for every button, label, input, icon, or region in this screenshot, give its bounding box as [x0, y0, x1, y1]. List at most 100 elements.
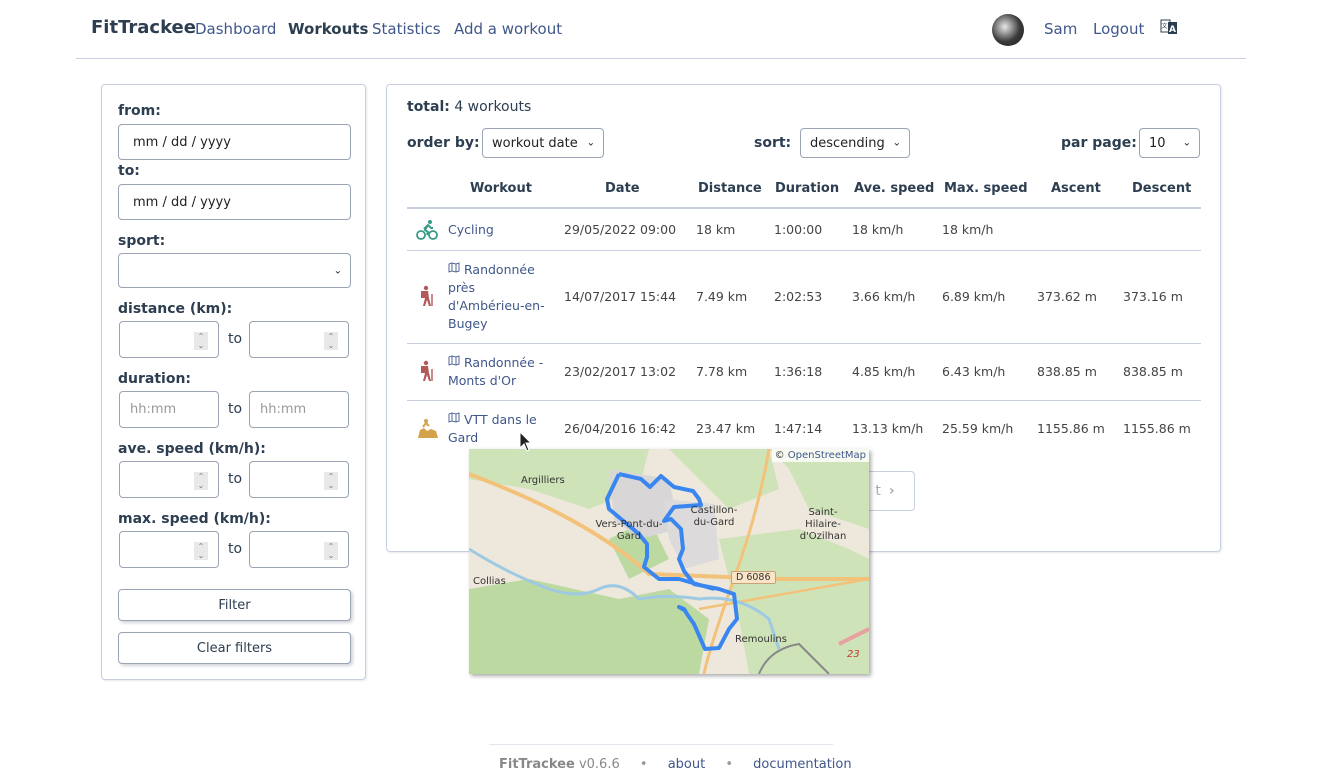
workout-distance: 7.49 km	[696, 289, 748, 304]
chevron-down-icon: ⌄	[892, 137, 901, 149]
workout-ave-speed: 18 km/h	[852, 222, 904, 237]
row-divider	[407, 250, 1201, 251]
workout-max-speed: 6.89 km/h	[942, 289, 1006, 304]
workout-ave-speed: 3.66 km/h	[852, 289, 916, 304]
duration-to-word: to	[228, 401, 243, 417]
workout-ascent: 1155.86 m	[1037, 421, 1105, 436]
col-max-speed: Max. speed	[944, 181, 1028, 196]
sport-label: sport:	[118, 233, 166, 249]
duration-to-placeholder: hh:mm	[260, 402, 307, 417]
footer-brand: FitTrackee	[499, 757, 575, 772]
duration-from-input[interactable]: hh:mm	[119, 391, 219, 428]
spinner-icon[interactable]: ⌃ ⌄	[194, 542, 208, 560]
chevron-right-icon: ›	[888, 483, 895, 499]
filter-button[interactable]: Filter	[118, 589, 351, 621]
svg-text:文: 文	[1161, 22, 1167, 30]
workout-descent: 1155.86 m	[1123, 421, 1191, 436]
sport-select[interactable]: ⌄	[118, 253, 351, 288]
workout-link[interactable]: Randonnée près d'Ambérieu-en-Bugey	[448, 261, 546, 333]
copyright-symbol: ©	[774, 450, 785, 461]
workout-distance: 18 km	[696, 222, 736, 237]
avatar[interactable]	[992, 14, 1024, 46]
chevron-down-icon: ⌄	[333, 265, 342, 276]
to-label: to:	[118, 163, 140, 179]
language-icon[interactable]: A 文	[1160, 18, 1178, 36]
col-workout: Workout	[470, 181, 532, 196]
order-by-value: workout date	[492, 135, 578, 151]
col-date: Date	[605, 181, 640, 196]
map-road-number: 23	[847, 649, 860, 660]
per-page-select[interactable]: 10 ⌄	[1139, 128, 1200, 158]
ave-speed-from-input[interactable]: ⌃ ⌄	[119, 461, 219, 498]
nav-username[interactable]: Sam	[1044, 20, 1077, 38]
spinner-icon[interactable]: ⌃ ⌄	[324, 542, 338, 560]
workout-ascent: 838.85 m	[1037, 364, 1097, 379]
workout-map-preview: Argilliers Vers-Pont-du-Gard Castillon-d…	[469, 449, 869, 674]
per-page-value: 10	[1149, 135, 1166, 151]
mountain-biking-icon	[418, 419, 438, 438]
per-page-label: par page:	[1061, 135, 1137, 151]
workout-distance: 23.47 km	[696, 421, 756, 436]
spinner-icon[interactable]: ⌃ ⌄	[324, 472, 338, 490]
duration-to-input[interactable]: hh:mm	[249, 391, 349, 428]
distance-to-input[interactable]: ⌃ ⌄	[249, 321, 349, 358]
clear-filters-button[interactable]: Clear filters	[118, 632, 351, 664]
logout-link[interactable]: Logout	[1093, 20, 1144, 38]
distance-label: distance (km):	[118, 301, 233, 317]
footer-about-link[interactable]: about	[668, 757, 706, 772]
filters-panel: from: mm / dd / yyyy to: mm / dd / yyyy …	[101, 84, 366, 680]
to-date-input[interactable]: mm / dd / yyyy	[118, 184, 351, 220]
map-road-label: D 6086	[731, 571, 776, 584]
nav-add-workout[interactable]: Add a workout	[454, 20, 562, 38]
nav-workouts[interactable]: Workouts	[288, 20, 368, 38]
hiking-icon	[421, 360, 433, 381]
col-ave-speed: Ave. speed	[854, 181, 935, 196]
workout-link[interactable]: Cycling	[448, 221, 548, 239]
cycling-icon	[416, 220, 438, 240]
map-place-label: Castillon-du-Gard	[690, 505, 738, 528]
total-label: total:	[407, 99, 450, 115]
ave-speed-to-word: to	[228, 471, 243, 487]
from-label: from:	[118, 103, 161, 119]
table-header-divider	[407, 207, 1201, 209]
workout-duration: 1:00:00	[774, 222, 823, 237]
sort-select[interactable]: descending ⌄	[800, 128, 910, 158]
distance-to-word: to	[228, 331, 243, 347]
workout-link[interactable]: Randonnée - Monts d'Or	[448, 354, 546, 390]
max-speed-from-input[interactable]: ⌃ ⌄	[119, 531, 219, 568]
distance-from-input[interactable]: ⌃ ⌄	[119, 321, 219, 358]
spinner-icon[interactable]: ⌃ ⌄	[194, 472, 208, 490]
nav-statistics[interactable]: Statistics	[372, 20, 441, 38]
map-place-label: Argilliers	[521, 475, 565, 486]
workout-distance: 7.78 km	[696, 364, 748, 379]
openstreetmap-link[interactable]: OpenStreetMap	[788, 450, 866, 461]
workout-max-speed: 6.43 km/h	[942, 364, 1006, 379]
max-speed-to-word: to	[228, 541, 243, 557]
workout-descent: 373.16 m	[1123, 289, 1183, 304]
spinner-icon[interactable]: ⌃ ⌄	[324, 332, 338, 350]
chevron-down-icon: ⌄	[1182, 137, 1191, 149]
duration-from-placeholder: hh:mm	[130, 402, 177, 417]
footer-documentation-link[interactable]: documentation	[753, 757, 851, 772]
to-date-placeholder: mm / dd / yyyy	[133, 194, 231, 210]
ave-speed-to-input[interactable]: ⌃ ⌄	[249, 461, 349, 498]
workout-duration: 1:36:18	[774, 364, 823, 379]
brand-logo[interactable]: FitTrackee	[91, 17, 196, 38]
footer-version: v0.6.6	[578, 757, 620, 772]
nav-dashboard[interactable]: Dashboard	[195, 20, 276, 38]
workout-ascent: 373.62 m	[1037, 289, 1097, 304]
chevron-down-icon: ⌄	[586, 137, 595, 149]
navbar: FitTrackee Dashboard Workouts Statistics…	[76, 0, 1246, 59]
footer-separator: •	[725, 757, 734, 772]
workout-ave-speed: 4.85 km/h	[852, 364, 916, 379]
workout-max-speed: 25.59 km/h	[942, 421, 1014, 436]
hiking-icon	[421, 285, 433, 306]
spinner-icon[interactable]: ⌃ ⌄	[194, 332, 208, 350]
svg-text:A: A	[1169, 25, 1176, 35]
from-date-input[interactable]: mm / dd / yyyy	[118, 124, 351, 160]
workout-date: 23/02/2017 13:02	[564, 364, 677, 379]
pagination-next-label: t	[875, 483, 881, 499]
ave-speed-label: ave. speed (km/h):	[118, 441, 266, 457]
max-speed-to-input[interactable]: ⌃ ⌄	[249, 531, 349, 568]
order-by-select[interactable]: workout date ⌄	[482, 128, 604, 158]
